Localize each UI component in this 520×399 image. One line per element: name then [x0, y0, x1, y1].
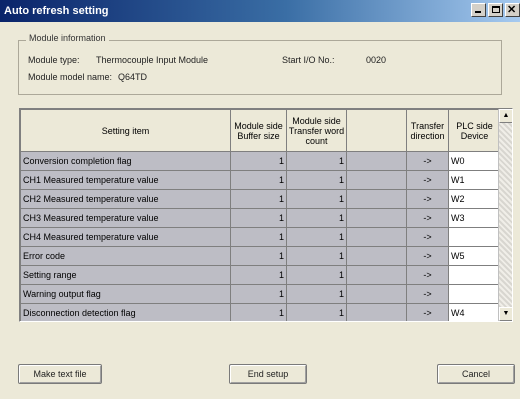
transfer-direction-cell: ->	[406, 265, 449, 285]
refresh-settings-table: Setting item Module side Buffer size Mod…	[20, 109, 501, 321]
setting-item-cell: CH4 Measured temperature value	[20, 227, 231, 247]
blank-cell	[346, 227, 407, 247]
buffer-size-cell: 1	[230, 170, 287, 190]
module-info-group	[18, 40, 502, 95]
buffer-size-cell: 1	[230, 284, 287, 304]
setting-item-cell: CH1 Measured temperature value	[20, 170, 231, 190]
vertical-scrollbar[interactable]: ▲ ▼	[498, 109, 512, 321]
module-info-legend: Module information	[26, 33, 109, 43]
setting-item-cell: Error code	[20, 246, 231, 266]
blank-cell	[346, 208, 407, 228]
blank-cell	[346, 170, 407, 190]
transfer-count-cell: 1	[286, 170, 347, 190]
table-row[interactable]: Warning output flag 1 1 ->	[20, 284, 501, 304]
transfer-count-cell: 1	[286, 208, 347, 228]
transfer-direction-cell: ->	[406, 208, 449, 228]
module-model-value: Q64TD	[118, 72, 148, 82]
buffer-size-cell: 1	[230, 246, 287, 266]
transfer-count-cell: 1	[286, 284, 347, 304]
scroll-down-button[interactable]: ▼	[499, 307, 512, 321]
blank-cell	[346, 284, 407, 304]
maximize-button[interactable]	[488, 3, 503, 17]
blank-cell	[346, 303, 407, 321]
window-title: Auto refresh setting	[4, 5, 109, 17]
transfer-direction-cell: ->	[406, 246, 449, 266]
table-row[interactable]: CH3 Measured temperature value 1 1 -> W3	[20, 208, 501, 228]
start-io-label: Start I/O No.:	[282, 55, 335, 65]
blank-cell	[346, 189, 407, 209]
minimize-icon	[475, 11, 481, 13]
cancel-button[interactable]: Cancel	[437, 364, 515, 384]
transfer-count-cell: 1	[286, 303, 347, 321]
title-bar[interactable]: Auto refresh setting ✕	[0, 0, 520, 22]
transfer-count-cell: 1	[286, 246, 347, 266]
auto-refresh-dialog: Auto refresh setting ✕ Module informatio…	[0, 0, 520, 399]
buffer-size-cell: 1	[230, 151, 287, 171]
close-button[interactable]: ✕	[505, 3, 520, 17]
col-buffer-size: Module side Buffer size	[230, 109, 287, 152]
plc-device-cell[interactable]: W5	[448, 246, 501, 266]
table-row[interactable]: CH2 Measured temperature value 1 1 -> W2	[20, 189, 501, 209]
transfer-direction-cell: ->	[406, 170, 449, 190]
col-transfer-direction: Transfer direction	[406, 109, 449, 152]
maximize-icon	[492, 6, 500, 13]
plc-device-cell[interactable]: W1	[448, 170, 501, 190]
transfer-direction-cell: ->	[406, 189, 449, 209]
module-model-label: Module model name:	[28, 72, 113, 82]
blank-cell	[346, 246, 407, 266]
buffer-size-cell: 1	[230, 189, 287, 209]
start-io-value: 0020	[366, 55, 387, 65]
col-blank	[346, 109, 407, 152]
transfer-direction-cell: ->	[406, 303, 449, 321]
table-row[interactable]: Error code 1 1 -> W5	[20, 246, 501, 266]
scroll-up-button[interactable]: ▲	[499, 109, 512, 123]
setting-item-cell: Setting range	[20, 265, 231, 285]
buffer-size-cell: 1	[230, 227, 287, 247]
transfer-count-cell: 1	[286, 151, 347, 171]
module-type-label: Module type:	[28, 55, 80, 65]
buffer-size-cell: 1	[230, 265, 287, 285]
make-text-file-button[interactable]: Make text file	[18, 364, 102, 384]
plc-device-cell[interactable]: W2	[448, 189, 501, 209]
setting-item-cell: CH3 Measured temperature value	[20, 208, 231, 228]
setting-item-cell: Conversion completion flag	[20, 151, 231, 171]
plc-device-cell[interactable]: W0	[448, 151, 501, 171]
minimize-button[interactable]	[471, 3, 486, 17]
blank-cell	[346, 265, 407, 285]
transfer-count-cell: 1	[286, 227, 347, 247]
module-type-value: Thermocouple Input Module	[96, 55, 209, 65]
blank-cell	[346, 151, 407, 171]
plc-device-cell[interactable]: W3	[448, 208, 501, 228]
table-row[interactable]: CH1 Measured temperature value 1 1 -> W1	[20, 170, 501, 190]
scrollbar-track[interactable]	[499, 123, 512, 307]
plc-device-cell[interactable]: W4	[448, 303, 501, 321]
scroll-down-arrow-icon: ▼	[502, 310, 510, 317]
table-row[interactable]: CH4 Measured temperature value 1 1 ->	[20, 227, 501, 247]
transfer-count-cell: 1	[286, 189, 347, 209]
plc-device-cell[interactable]	[448, 265, 501, 285]
col-transfer-count: Module side Transfer word count	[286, 109, 347, 152]
table-row[interactable]: Conversion completion flag 1 1 -> W0	[20, 151, 501, 171]
table-row[interactable]: Setting range 1 1 ->	[20, 265, 501, 285]
plc-device-cell[interactable]	[448, 284, 501, 304]
buffer-size-cell: 1	[230, 208, 287, 228]
transfer-direction-cell: ->	[406, 227, 449, 247]
table-header-row: Setting item Module side Buffer size Mod…	[20, 109, 501, 152]
col-plc-device: PLC side Device	[448, 109, 501, 152]
plc-device-cell[interactable]	[448, 227, 501, 247]
transfer-count-cell: 1	[286, 265, 347, 285]
setting-item-cell: Warning output flag	[20, 284, 231, 304]
transfer-direction-cell: ->	[406, 151, 449, 171]
setting-item-cell: CH2 Measured temperature value	[20, 189, 231, 209]
table-row[interactable]: Disconnection detection flag 1 1 -> W4	[20, 303, 501, 321]
col-setting-item: Setting item	[20, 109, 231, 152]
close-icon: ✕	[507, 4, 517, 16]
scroll-up-arrow-icon: ▲	[502, 112, 510, 119]
setting-item-cell: Disconnection detection flag	[20, 303, 231, 321]
refresh-settings-grid: Setting item Module side Buffer size Mod…	[19, 108, 513, 322]
buffer-size-cell: 1	[230, 303, 287, 321]
window-controls: ✕	[471, 3, 520, 17]
end-setup-button[interactable]: End setup	[229, 364, 307, 384]
transfer-direction-cell: ->	[406, 284, 449, 304]
